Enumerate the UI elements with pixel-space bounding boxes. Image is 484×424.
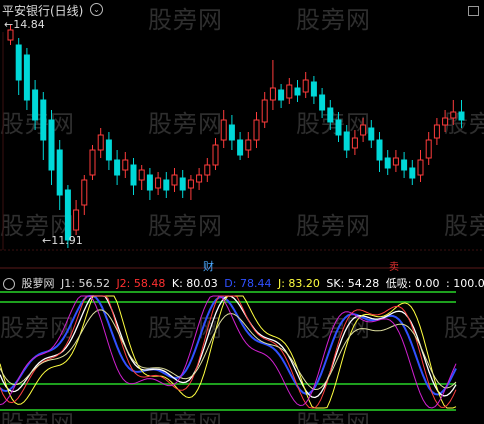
candle-body bbox=[401, 159, 408, 171]
candle-body bbox=[56, 149, 63, 196]
candle-body bbox=[384, 157, 391, 169]
candle-body bbox=[310, 81, 317, 97]
candle-body bbox=[15, 44, 22, 81]
candle-body bbox=[278, 89, 285, 101]
min-price-label: ←11.91 bbox=[42, 234, 83, 247]
candle-body bbox=[458, 111, 465, 121]
max-price-label: ←14.84 bbox=[4, 18, 45, 31]
indicator-legend: 股萝网 J1: 56.52 J2: 58.48 K: 80.03 D: 78.4… bbox=[3, 275, 484, 291]
indicator-curve bbox=[0, 309, 457, 391]
candle-body bbox=[196, 174, 203, 183]
candle-body bbox=[261, 99, 268, 123]
candle-body bbox=[130, 164, 137, 186]
j1-value: J1: 56.52 bbox=[61, 277, 110, 290]
candle-body bbox=[392, 157, 399, 166]
candle-body bbox=[335, 119, 342, 136]
candle-body bbox=[48, 119, 55, 171]
j-value: J: 83.20 bbox=[277, 277, 320, 290]
min-price-value: 11.91 bbox=[51, 234, 83, 247]
candle-body bbox=[433, 124, 440, 139]
candle-body bbox=[343, 131, 350, 151]
indicator-curve bbox=[0, 295, 457, 399]
candle-body bbox=[294, 87, 301, 96]
low-buy-value: 低吸: 0.00 bbox=[385, 277, 440, 290]
candle-body bbox=[212, 144, 219, 166]
candle-body bbox=[269, 87, 276, 101]
candle-body bbox=[171, 174, 178, 186]
j2-value: J2: 58.48 bbox=[116, 277, 166, 290]
candle-body bbox=[122, 159, 129, 171]
candle-body bbox=[73, 209, 80, 231]
candle-body bbox=[146, 174, 153, 191]
max-arrow: ← bbox=[4, 18, 14, 31]
candle-body bbox=[351, 137, 358, 149]
window-restore-icon[interactable] bbox=[468, 6, 479, 16]
finance-marker[interactable]: 财 bbox=[203, 258, 214, 274]
candle-body bbox=[376, 139, 383, 161]
indicator-name: 股萝网 bbox=[21, 277, 55, 290]
candle-body bbox=[179, 177, 186, 191]
stock-chart-window: 股旁网 股旁网 股旁网 股旁网 股旁网 股旁网 股旁网 股旁网 股旁网 股旁网 … bbox=[0, 0, 484, 424]
candle-body bbox=[319, 94, 326, 111]
candle-body bbox=[220, 119, 227, 141]
candle-body bbox=[40, 99, 47, 141]
candle-body bbox=[302, 79, 309, 93]
sk-value: SK: 54.28 bbox=[326, 277, 380, 290]
candle-body bbox=[368, 127, 375, 141]
candle-body bbox=[7, 29, 14, 41]
candle-body bbox=[187, 179, 194, 189]
candles bbox=[7, 25, 465, 248]
max-price-value: 14.84 bbox=[13, 18, 45, 31]
indicator-circle-icon[interactable] bbox=[3, 278, 15, 290]
candle-body bbox=[64, 189, 71, 241]
candle-body bbox=[163, 179, 170, 191]
chevron-down-icon[interactable]: ⌄ bbox=[90, 3, 103, 16]
candle-body bbox=[89, 149, 96, 176]
candle-body bbox=[450, 111, 457, 119]
candle-body bbox=[425, 139, 432, 159]
candle-body bbox=[245, 139, 252, 151]
candle-body bbox=[23, 54, 30, 101]
candle-body bbox=[286, 84, 293, 99]
candle-body bbox=[97, 134, 104, 151]
candle-body bbox=[360, 124, 367, 136]
candle-body bbox=[155, 177, 162, 189]
candle-body bbox=[114, 159, 121, 176]
candle-body bbox=[327, 107, 334, 123]
chart-title: 平安银行(日线) bbox=[2, 4, 84, 18]
sell-marker[interactable]: 卖 bbox=[389, 258, 399, 273]
candle-body bbox=[253, 119, 260, 141]
d-value: D: 78.44 bbox=[224, 277, 272, 290]
candle-body bbox=[237, 139, 244, 156]
candle-body bbox=[204, 164, 211, 176]
candle-body bbox=[105, 139, 112, 161]
candlestick-chart[interactable] bbox=[0, 0, 484, 424]
k-value: K: 80.03 bbox=[171, 277, 218, 290]
candle-body bbox=[32, 89, 39, 121]
min-arrow: ← bbox=[42, 234, 52, 247]
candle-body bbox=[228, 124, 235, 141]
candle-body bbox=[409, 167, 416, 179]
indicator-lines bbox=[0, 291, 457, 411]
candle-body bbox=[138, 169, 145, 181]
candle-body bbox=[442, 117, 449, 126]
candle-body bbox=[81, 179, 88, 206]
candle-body bbox=[417, 159, 424, 176]
top-value: : 100.00 bbox=[446, 277, 484, 290]
